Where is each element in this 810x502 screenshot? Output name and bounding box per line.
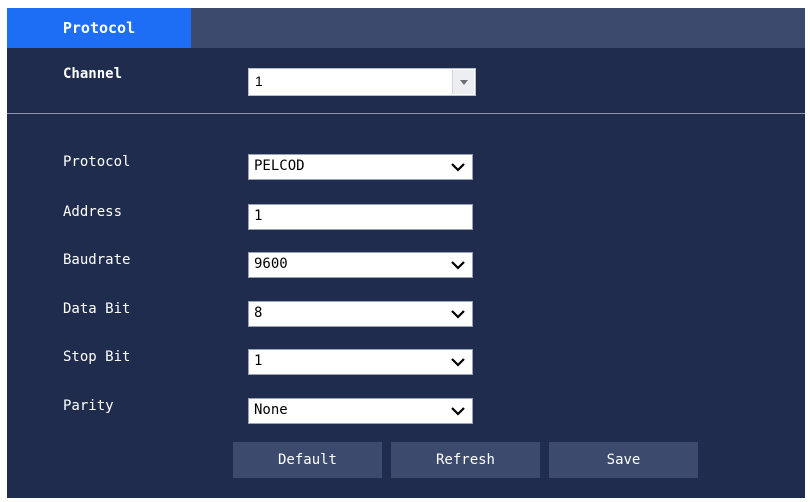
chevron-down-icon — [451, 310, 465, 319]
stop-bit-label: Stop Bit — [63, 349, 131, 365]
default-button[interactable]: Default — [233, 442, 382, 478]
protocol-label: Protocol — [63, 154, 131, 170]
protocol-select-value: PELCOD — [254, 158, 305, 174]
channel-select-value: 1 — [255, 73, 263, 89]
baudrate-select-value: 9600 — [254, 256, 288, 272]
data-bit-select[interactable]: 8 — [248, 301, 473, 327]
settings-panel: Protocol Channel 1 Protocol PELCOD Addre… — [7, 8, 805, 498]
chevron-down-icon — [451, 407, 465, 416]
chevron-down-icon — [451, 261, 465, 270]
tab-protocol[interactable]: Protocol — [7, 8, 191, 48]
baudrate-select[interactable]: 9600 — [248, 252, 473, 278]
address-input[interactable]: 1 — [248, 204, 473, 230]
parity-label: Parity — [63, 398, 114, 414]
stop-bit-select-value: 1 — [254, 353, 263, 369]
triangle-down-icon — [460, 80, 468, 85]
tab-bar: Protocol — [7, 8, 805, 48]
stop-bit-select[interactable]: 1 — [248, 349, 473, 375]
address-input-value: 1 — [254, 208, 263, 224]
address-label: Address — [63, 204, 123, 220]
refresh-button[interactable]: Refresh — [391, 442, 540, 478]
chevron-down-icon — [451, 163, 465, 172]
data-bit-label: Data Bit — [63, 301, 131, 317]
divider — [7, 113, 805, 114]
parity-select-value: None — [254, 402, 288, 418]
data-bit-select-value: 8 — [254, 305, 263, 321]
parity-select[interactable]: None — [248, 398, 473, 424]
protocol-select[interactable]: PELCOD — [248, 154, 473, 180]
channel-select-arrow-button[interactable] — [452, 70, 474, 94]
save-button[interactable]: Save — [549, 442, 698, 478]
chevron-down-icon — [451, 358, 465, 367]
channel-label: Channel — [63, 66, 123, 82]
baudrate-label: Baudrate — [63, 252, 131, 268]
channel-select[interactable]: 1 — [248, 68, 476, 96]
